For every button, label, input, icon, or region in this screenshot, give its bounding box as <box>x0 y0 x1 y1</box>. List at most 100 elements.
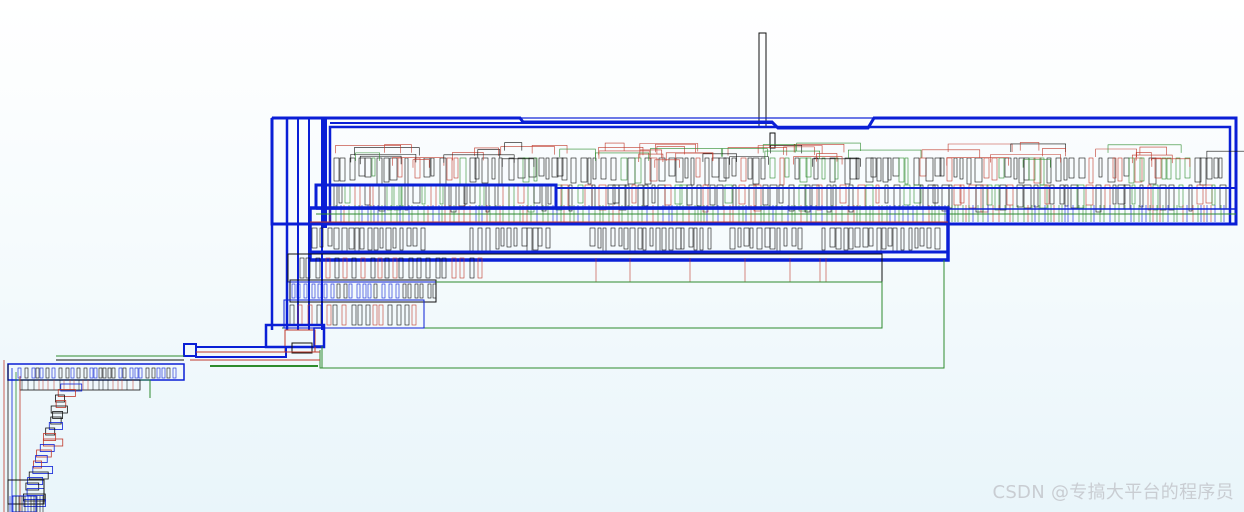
leaf-connector-edge <box>1139 146 1167 156</box>
leaf-node-box <box>365 304 371 326</box>
leaf-node-box <box>491 157 496 180</box>
leaf-node-box <box>821 227 826 251</box>
leaf-connector-edge <box>639 143 699 152</box>
leaf-node-box <box>974 157 983 183</box>
leaf-node-box <box>1112 157 1117 179</box>
leaf-node-box <box>371 157 376 177</box>
leaf-node-box <box>498 157 503 186</box>
leaf-node-box <box>620 157 628 181</box>
leaf-node-box <box>373 227 379 251</box>
leaf-node-box <box>339 157 346 182</box>
leaf-node-box <box>711 157 720 178</box>
leaf-node-box <box>862 227 869 248</box>
leaf-connector-edge <box>500 146 555 155</box>
staircase-node-box <box>39 444 55 452</box>
leaf-node-box <box>406 227 412 247</box>
leaf-node-box <box>362 283 367 299</box>
leaf-node-box <box>341 227 348 252</box>
leaf-node-box <box>317 283 322 299</box>
leaf-node-box <box>326 304 332 326</box>
leaf-connector-edge <box>947 143 1013 152</box>
leaf-node-box <box>419 283 424 299</box>
leaf-node-box <box>481 157 489 184</box>
staircase-node-box <box>26 488 45 496</box>
leaf-node-box <box>684 157 689 179</box>
leaf-node-box <box>129 367 134 379</box>
leaf-connector-edge <box>812 158 861 167</box>
leaf-node-box <box>323 283 328 299</box>
leaf-node-box <box>783 227 788 247</box>
leaf-node-box <box>39 367 44 379</box>
leaf-connector-edge <box>847 149 922 159</box>
leaf-node-box <box>388 283 393 299</box>
leaf-node-box <box>876 157 882 182</box>
staircase-node-box <box>45 427 56 436</box>
leaf-node-box <box>1175 157 1181 180</box>
leaf-node-box <box>908 227 913 251</box>
leaf-connector-edge <box>452 152 484 161</box>
leaf-node-box <box>469 227 474 252</box>
leaf-node-box <box>975 184 984 213</box>
leaf-node-box <box>900 227 905 251</box>
leaf-node-box <box>655 227 661 252</box>
leaf-node-box <box>658 157 666 182</box>
leaf-node-box <box>592 157 597 180</box>
staircase-node-box <box>42 438 64 447</box>
leaf-node-box <box>1013 157 1018 180</box>
leaf-node-box <box>680 227 685 250</box>
leaf-node-box <box>887 227 893 247</box>
leaf-node-box <box>364 157 372 178</box>
leaf-node-box <box>332 304 338 326</box>
leaf-node-box <box>794 157 800 180</box>
leaf-node-box <box>756 227 763 250</box>
leaf-node-box <box>122 367 127 379</box>
leaf-node-box <box>344 184 351 204</box>
leaf-node-box <box>752 157 760 185</box>
leaf-node-box <box>1063 157 1068 181</box>
leaf-node-box <box>966 157 972 185</box>
leaf-node-box <box>389 157 398 181</box>
leaf-node-box <box>517 184 525 204</box>
leaf-node-box <box>1068 157 1075 179</box>
leaf-node-box <box>1055 157 1062 182</box>
leaf-node-box <box>854 227 861 248</box>
leaf-node-box <box>1023 157 1030 181</box>
leaf-node-box <box>89 367 94 379</box>
leaf-node-box <box>627 157 636 185</box>
leaf-node-box <box>76 367 81 379</box>
leaf-node-box <box>98 367 103 379</box>
leaf-node-box <box>500 227 505 247</box>
leaf-node-box <box>675 227 682 250</box>
leaf-node-box <box>934 227 941 250</box>
leaf-node-box <box>83 367 88 379</box>
group-box <box>183 343 197 357</box>
leaf-node-box <box>17 367 22 379</box>
leaf-node-box <box>385 227 392 251</box>
leaf-node-box <box>610 227 616 247</box>
leaf-connector-edge <box>335 144 402 154</box>
leaf-node-box <box>299 257 305 279</box>
leaf-node-box <box>784 157 790 178</box>
leaf-node-box <box>731 157 737 177</box>
leaf-node-box <box>829 227 836 248</box>
leaf-node-box <box>602 227 607 252</box>
leaf-node-box <box>797 227 803 250</box>
leaf-node-box <box>336 283 341 299</box>
leaf-node-box <box>172 367 177 379</box>
leaf-node-box <box>333 157 340 182</box>
leaf-node-box <box>532 227 539 251</box>
leaf-node-box <box>513 227 518 247</box>
leaf-node-box <box>887 157 892 181</box>
leaf-node-box <box>24 367 29 379</box>
leaf-node-box <box>446 157 453 181</box>
leaf-node-box <box>707 227 712 250</box>
leaf-node-box <box>398 184 403 210</box>
leaf-node-box <box>926 227 932 249</box>
staircase-node-box <box>33 460 43 469</box>
leaf-node-box <box>93 367 98 379</box>
leaf-node-box <box>156 367 161 379</box>
leaf-node-box <box>45 367 50 379</box>
leaf-node-box <box>868 227 874 247</box>
leaf-node-box <box>379 227 384 249</box>
leaf-node-box <box>881 227 887 250</box>
